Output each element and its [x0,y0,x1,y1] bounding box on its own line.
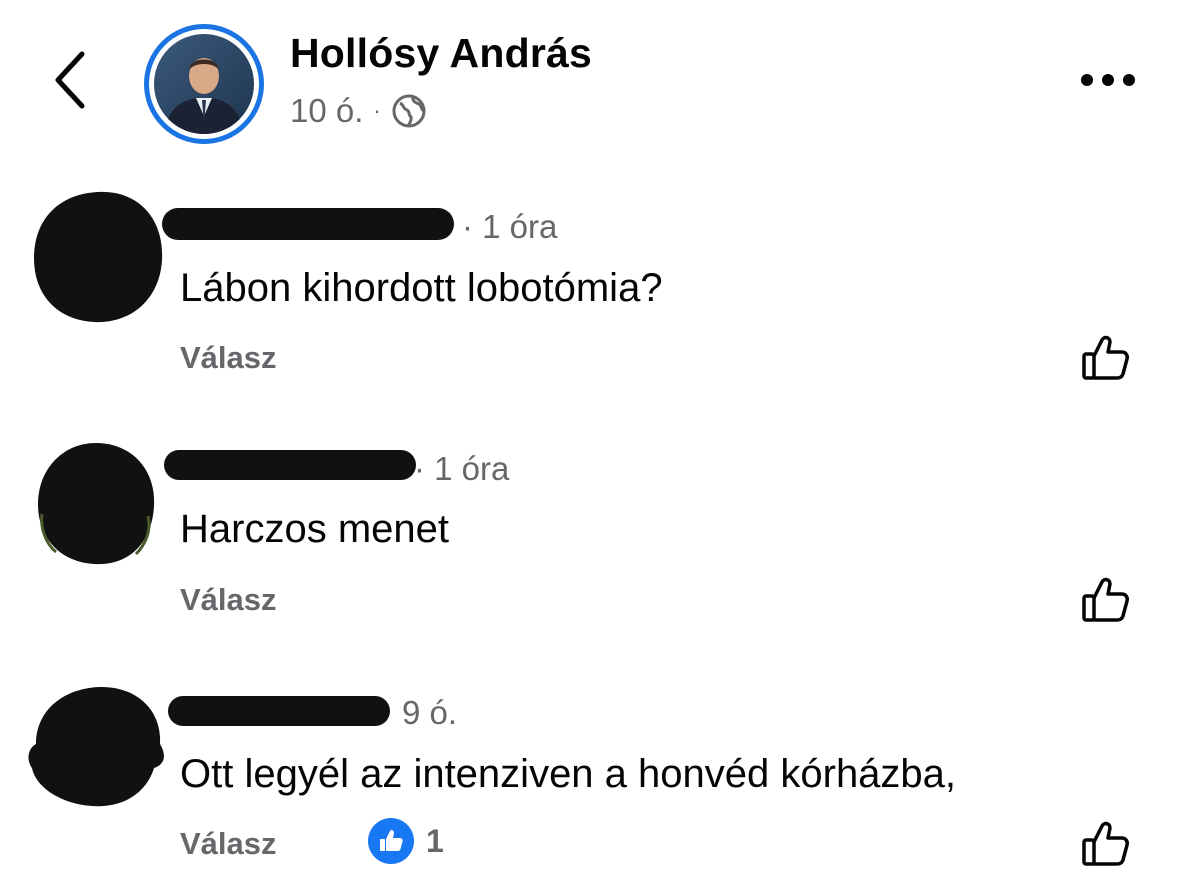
comment-text: Lábon kihordott lobotómia? [180,266,663,310]
redacted-name [162,208,454,240]
like-button[interactable] [1080,818,1132,870]
more-horizontal-icon [1081,74,1135,86]
thumbs-up-outline-icon [1082,335,1129,380]
like-button[interactable] [1080,332,1132,384]
back-button[interactable] [48,48,92,112]
post-time: 10 ó. [290,92,364,129]
author-photo [154,34,254,134]
thumbs-up-outline-icon [1082,821,1129,866]
reaction-summary[interactable]: 1 [368,818,444,864]
reply-button[interactable]: Válasz [180,826,277,862]
like-button[interactable] [1080,574,1132,626]
reaction-count: 1 [426,822,444,859]
comment-time: · 1 óra [462,208,558,245]
comment-text: Harczos menet [180,507,449,551]
redacted-name [164,450,416,480]
meta-separator: · [373,98,381,123]
author-name[interactable]: Hollósy András [290,30,592,77]
post-header: Hollósy András 10 ó. · [0,0,1179,150]
more-options-button[interactable] [1078,62,1138,98]
commenter-avatar[interactable] [26,684,170,810]
post-meta: 10 ó. · [290,92,427,130]
redacted-name [168,696,390,726]
like-reaction-icon [368,818,414,864]
reply-button[interactable]: Válasz [180,582,277,618]
author-avatar[interactable] [144,24,264,144]
globe-icon [392,94,426,128]
comment-time: · 1 óra [414,450,510,487]
commenter-avatar[interactable] [28,188,168,328]
thumbs-up-outline-icon [1082,577,1129,622]
reply-button[interactable]: Válasz [180,340,277,376]
comment-time: 9 ó. [402,694,458,731]
chevron-left-icon [55,51,85,109]
comment-text: Ott legyél az intenziven a honvéd kórház… [180,752,957,796]
commenter-avatar[interactable] [34,440,158,568]
